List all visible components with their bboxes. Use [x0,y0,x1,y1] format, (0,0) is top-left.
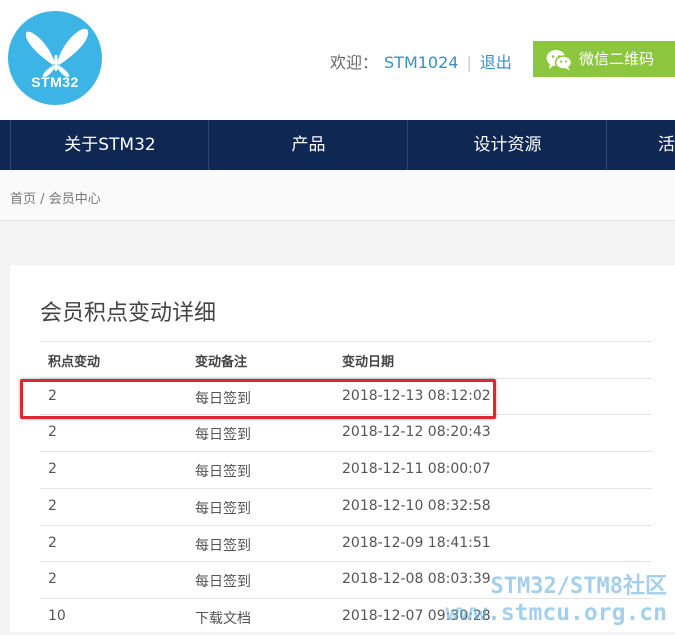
column-header-note: 变动备注 [195,355,248,370]
wechat-label: 微信二维码 [579,50,655,68]
column-header-change: 积点变动 [48,355,101,370]
breadcrumb-bar: 首页 / 会员中心 [0,170,675,221]
cell-note: 每日签到 [195,500,251,517]
table-row: 2 每日签到 2018-12-12 08:20:43 [40,414,652,451]
breadcrumb-home[interactable]: 首页 [10,192,36,207]
main-nav: 关于STM32 产品 设计资源 活 [0,120,675,170]
welcome-area: 欢迎： STM1024 | 退出 [330,49,512,73]
wechat-qrcode-button[interactable]: 微信二维码 [533,41,675,77]
nav-item-design-resources[interactable]: 设计资源 [407,120,607,170]
breadcrumb-separator: / [40,192,45,207]
divider: | [466,53,472,72]
breadcrumb-current: 会员中心 [48,192,101,207]
cell-note: 每日签到 [195,427,251,444]
cell-note: 每日签到 [195,464,251,481]
logout-link[interactable]: 退出 [480,53,512,72]
welcome-label: 欢迎： [330,53,379,72]
cell-change: 2 [48,571,57,588]
cell-date: 2018-12-12 08:20:43 [342,424,491,441]
cell-date: 2018-12-10 08:32:58 [342,497,491,514]
cell-change: 2 [48,424,57,441]
table-header: 积点变动 变动备注 变动日期 [40,341,652,378]
breadcrumb: 首页 / 会员中心 [10,188,101,207]
site-watermark: STM32/STM8社区 www.stmcu.org.cn [445,574,667,626]
cell-note: 每日签到 [195,537,251,554]
cell-change: 2 [48,497,57,514]
username-link[interactable]: STM1024 [384,53,458,72]
cell-note: 每日签到 [195,574,251,591]
site-header: STM32 欢迎： STM1024 | 退出 微信二维码 [0,0,675,120]
cell-date: 2018-12-11 08:00:07 [342,461,491,478]
cell-change: 10 [48,608,66,625]
wechat-icon [546,50,572,71]
cell-date: 2018-12-09 18:41:51 [342,534,491,551]
highlight-box [20,379,496,419]
table-row: 2 每日签到 2018-12-09 18:41:51 [40,524,652,562]
cell-note: 下载文档 [195,611,251,628]
butterfly-icon [25,28,89,77]
cell-change: 2 [48,534,57,551]
column-header-date: 变动日期 [342,355,395,370]
nav-item-products[interactable]: 产品 [208,120,408,170]
watermark-line-2: www.stmcu.org.cn [445,600,667,626]
nav-item-activities[interactable]: 活 [606,120,675,170]
table-row: 2 每日签到 2018-12-11 08:00:07 [40,451,652,488]
page-title: 会员积点变动详细 [40,301,217,326]
cell-change: 2 [48,461,57,478]
stm32-logo[interactable]: STM32 [8,11,102,105]
watermark-line-1: STM32/STM8社区 [490,574,667,599]
logo-text: STM32 [31,74,79,90]
nav-item-about[interactable]: 关于STM32 [10,120,209,170]
table-row: 2 每日签到 2018-12-10 08:32:58 [40,487,652,525]
